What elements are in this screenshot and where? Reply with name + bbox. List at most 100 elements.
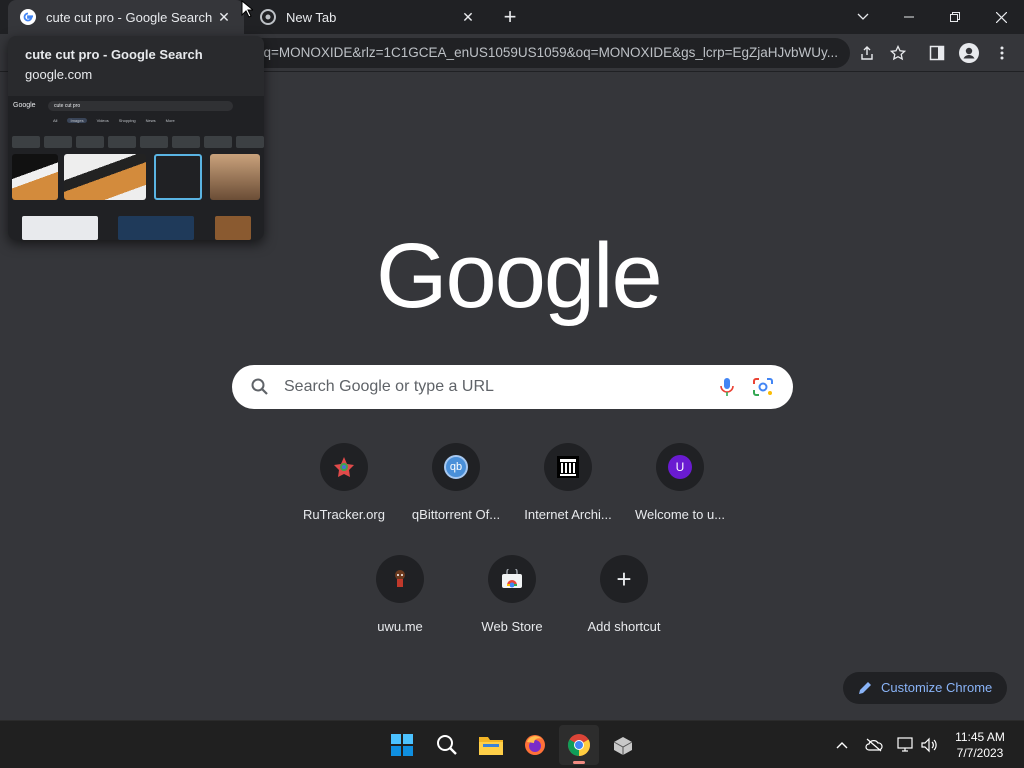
windows-logo-icon <box>391 734 413 756</box>
shortcut-uwu[interactable]: uwu.me <box>344 555 456 659</box>
thumbnail-result <box>215 216 251 240</box>
minimize-button[interactable] <box>886 0 932 34</box>
windows-taskbar: 11:45 AM 7/7/2023 <box>0 720 1024 768</box>
plus-icon: + <box>600 555 648 603</box>
file-explorer-button[interactable] <box>471 725 511 765</box>
start-button[interactable] <box>382 725 422 765</box>
plus-glyph: + <box>616 564 632 594</box>
kebab-menu-icon[interactable] <box>991 42 1013 64</box>
app-package-button[interactable] <box>603 725 643 765</box>
thumbnail-image-tablet <box>210 154 260 200</box>
system-clock[interactable]: 11:45 AM 7/7/2023 <box>948 729 1012 761</box>
thumbnail-image-cc-logo <box>154 154 202 200</box>
restore-icon <box>950 12 960 22</box>
shortcut-internet-archive[interactable]: Internet Archi... <box>512 443 624 547</box>
tab-strip: cute cut pro - Google Search ✕ New Tab ✕… <box>0 0 1024 34</box>
shortcut-label: Welcome to u... <box>634 507 726 522</box>
thumbnail-tab: News <box>145 118 156 123</box>
internet-archive-icon <box>544 443 592 491</box>
tab-google-search[interactable]: cute cut pro - Google Search ✕ <box>8 0 244 34</box>
search-icon <box>437 735 457 755</box>
u-glyph: U <box>668 455 692 479</box>
thumbnail-chips <box>12 136 264 148</box>
onedrive-offline-icon[interactable] <box>864 735 884 755</box>
ntp-search-box[interactable]: Search Google or type a URL <box>232 365 793 409</box>
bookmark-star-icon[interactable] <box>887 42 909 64</box>
shortcut-label: qBittorrent Of... <box>411 507 501 522</box>
google-lens-icon[interactable] <box>752 377 774 397</box>
google-logo: Google <box>376 225 663 327</box>
qbittorrent-icon: qb <box>432 443 480 491</box>
close-icon <box>995 11 1007 23</box>
tab-hover-card: cute cut pro - Google Search google.com … <box>8 36 264 240</box>
thumbnail-result <box>22 216 98 240</box>
thumbnail-result <box>118 216 194 240</box>
thumbnail-tab: All <box>53 118 58 123</box>
chevron-up-icon[interactable] <box>832 735 852 755</box>
shortcut-web-store[interactable]: Web Store <box>456 555 568 659</box>
search-placeholder: Search Google or type a URL <box>284 378 494 395</box>
thumbnail-logo: Google <box>13 102 36 109</box>
mouse-cursor-icon <box>241 0 253 18</box>
minimize-icon <box>904 16 914 18</box>
chrome-taskbar-button[interactable] <box>559 725 599 765</box>
shortcut-label: RuTracker.org <box>303 507 385 522</box>
network-icon[interactable] <box>896 735 916 755</box>
shortcut-welcome[interactable]: U Welcome to u... <box>624 443 736 547</box>
shortcut-qbittorrent[interactable]: qb qBittorrent Of... <box>400 443 512 547</box>
thumbnail-search-box: cute cut pro <box>48 101 233 111</box>
taskbar-search-button[interactable] <box>427 725 467 765</box>
pencil-icon <box>859 682 871 694</box>
active-app-indicator <box>573 761 585 764</box>
google-favicon-icon <box>20 9 36 25</box>
thumbnail-tab: Images <box>67 118 87 123</box>
tab-title: cute cut pro - Google Search <box>46 9 213 25</box>
side-panel-icon[interactable] <box>926 42 948 64</box>
firefox-button[interactable] <box>515 725 555 765</box>
rutracker-icon <box>320 443 368 491</box>
close-tab-icon[interactable]: ✕ <box>460 9 476 25</box>
chrome-favicon-icon <box>260 9 276 25</box>
shortcut-label: Web Store <box>481 619 543 634</box>
new-tab-button[interactable]: + <box>498 5 522 29</box>
uwu-icon <box>376 555 424 603</box>
thumbnail-tab: Shopping <box>118 118 136 123</box>
shortcut-label: Internet Archi... <box>524 507 612 522</box>
screen: cute cut pro - Google Search ✕ New Tab ✕… <box>0 0 1024 768</box>
thumbnail-image-clapper <box>64 154 146 200</box>
shortcut-rutracker[interactable]: RuTracker.org <box>288 443 400 547</box>
close-window-button[interactable] <box>978 0 1024 34</box>
tab-title: New Tab <box>286 9 337 25</box>
search-icon <box>251 378 268 395</box>
hover-card-thumbnail: Google cute cut pro All Images Videos Sh… <box>8 96 264 240</box>
share-icon[interactable] <box>856 42 878 64</box>
shortcut-label: uwu.me <box>377 619 423 634</box>
u-letter-icon: U <box>656 443 704 491</box>
profile-avatar-icon[interactable] <box>958 42 980 64</box>
firefox-icon <box>525 735 545 755</box>
chrome-icon <box>568 734 590 756</box>
folder-icon <box>479 737 503 755</box>
thumbnail-tab: More <box>165 118 175 123</box>
close-tab-icon[interactable]: ✕ <box>216 9 232 25</box>
customize-chrome-label: Customize Chrome <box>881 680 993 695</box>
customize-chrome-button[interactable]: Customize Chrome <box>843 672 1007 704</box>
shortcut-label: Add shortcut <box>587 619 661 634</box>
web-store-icon <box>488 555 536 603</box>
tab-search-button[interactable] <box>840 0 886 34</box>
thumbnail-tab: Videos <box>96 118 109 123</box>
thumbnail-image-clapper <box>12 154 58 200</box>
hover-card-title: cute cut pro - Google Search <box>25 47 203 62</box>
add-shortcut-button[interactable]: + Add shortcut <box>568 555 680 659</box>
tab-new-tab[interactable]: New Tab ✕ <box>248 0 488 34</box>
restore-button[interactable] <box>932 0 978 34</box>
package-icon <box>613 737 633 755</box>
microphone-icon[interactable] <box>718 377 736 397</box>
chevron-down-icon <box>857 13 869 20</box>
clock-date: 7/7/2023 <box>956 746 1004 760</box>
clock-time: 11:45 AM <box>955 730 1005 744</box>
qb-glyph: qb <box>444 455 468 479</box>
thumbnail-tabs: All Images Videos Shopping News More <box>53 118 175 123</box>
volume-icon[interactable] <box>919 735 939 755</box>
hover-card-domain: google.com <box>25 67 93 82</box>
